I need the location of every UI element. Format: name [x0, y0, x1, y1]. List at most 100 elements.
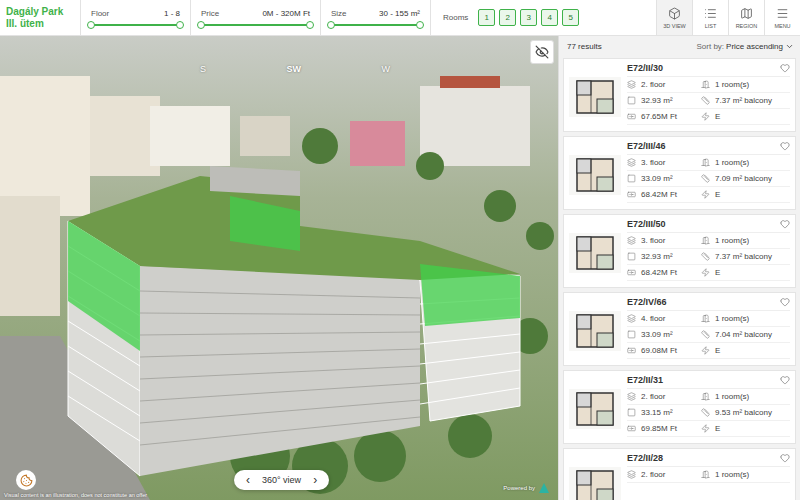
- listing-card[interactable]: E72/IV/664. floor1 room(s)33.09 m²7.04 m…: [563, 292, 796, 366]
- size-icon: [627, 330, 636, 339]
- balcony-detail: 7.09 m² balcony: [701, 171, 790, 187]
- listing-card[interactable]: E72/III/463. floor1 room(s)33.09 m²7.09 …: [563, 136, 796, 210]
- floor-icon: [627, 470, 636, 479]
- room-button[interactable]: 2: [499, 9, 516, 26]
- range-slider[interactable]: [331, 24, 420, 26]
- slider-fill: [331, 24, 420, 26]
- floor-detail: 2. floor: [627, 77, 701, 93]
- range-filter[interactable]: Floor1 - 8: [80, 0, 190, 35]
- favorite-button[interactable]: [780, 375, 790, 385]
- view-tab[interactable]: MENU: [764, 0, 800, 35]
- main-building[interactable]: [68, 166, 520, 476]
- floor-icon: [627, 80, 636, 89]
- energy-detail: E: [701, 265, 790, 281]
- energy-icon: [701, 346, 710, 355]
- listing-title: E72/II/30: [627, 63, 663, 73]
- floor-icon: [627, 392, 636, 401]
- rooms-icon: [701, 158, 710, 167]
- price-icon: [627, 346, 636, 355]
- balcony-detail: 7.04 m² balcony: [701, 327, 790, 343]
- 3d-icon: [668, 7, 681, 20]
- favorite-button[interactable]: [780, 453, 790, 463]
- favorite-button[interactable]: [780, 141, 790, 151]
- range-slider[interactable]: [201, 24, 310, 26]
- building-render[interactable]: [0, 36, 558, 500]
- hide-overlay-button[interactable]: [530, 40, 554, 64]
- room-button[interactable]: 5: [562, 9, 579, 26]
- heart-icon: [780, 219, 790, 229]
- range-filter[interactable]: Size30 - 155 m²: [320, 0, 430, 35]
- price-detail: 69.08M Ft: [627, 343, 701, 359]
- compass-label: W: [381, 64, 390, 74]
- logo[interactable]: Dagály ParkIII. ütem: [0, 0, 80, 35]
- price-icon: [627, 268, 636, 277]
- rooms-icon: [701, 314, 710, 323]
- floorplan-thumbnail[interactable]: [569, 389, 621, 429]
- heart-icon: [780, 63, 790, 73]
- slider-handle[interactable]: [87, 21, 95, 29]
- room-button[interactable]: 4: [541, 9, 558, 26]
- rooms-icon: [701, 392, 710, 401]
- floorplan-thumbnail[interactable]: [569, 311, 621, 351]
- cookie-button[interactable]: [16, 470, 36, 490]
- view-360-control: ‹ 360° view ›: [234, 470, 329, 490]
- energy-detail: E: [701, 343, 790, 359]
- room-button[interactable]: 1: [478, 9, 495, 26]
- next-view-button[interactable]: ›: [311, 474, 319, 486]
- range-filter[interactable]: Price0M - 320M Ft: [190, 0, 320, 35]
- chevron-down-icon: [785, 42, 794, 51]
- heart-icon: [780, 375, 790, 385]
- vendor-logo-icon: [538, 482, 550, 494]
- energy-icon: [701, 268, 710, 277]
- energy-icon: [701, 424, 710, 433]
- balcony-detail: 7.37 m² balcony: [701, 93, 790, 109]
- slider-handle[interactable]: [176, 21, 184, 29]
- price-icon: [627, 424, 636, 433]
- floorplan-thumbnail[interactable]: [569, 467, 621, 500]
- filter-label: Floor: [91, 9, 109, 18]
- floorplan-thumbnail[interactable]: [569, 155, 621, 195]
- rooms-detail: 1 room(s): [701, 155, 790, 171]
- compass-label: SW: [287, 64, 302, 74]
- powered-by[interactable]: Powered by: [503, 482, 550, 494]
- list-icon: [704, 7, 717, 20]
- rooms-icon: [701, 236, 710, 245]
- slider-handle[interactable]: [327, 21, 335, 29]
- floorplan-thumbnail[interactable]: [569, 233, 621, 273]
- price-detail: 67.65M Ft: [627, 109, 701, 125]
- heart-icon: [780, 453, 790, 463]
- view-tab[interactable]: REGION: [728, 0, 764, 35]
- floorplan-thumbnail[interactable]: [569, 77, 621, 117]
- listing-card[interactable]: E72/II/312. floor1 room(s)33.15 m²9.53 m…: [563, 370, 796, 444]
- heart-icon: [780, 297, 790, 307]
- view-tab[interactable]: 3D VIEW: [656, 0, 692, 35]
- view-360-label[interactable]: 360° view: [262, 475, 301, 485]
- floor-detail: 3. floor: [627, 233, 701, 249]
- slider-handle[interactable]: [306, 21, 314, 29]
- favorite-button[interactable]: [780, 297, 790, 307]
- listing-card[interactable]: E72/II/282. floor1 room(s): [563, 448, 796, 500]
- listing-card[interactable]: E72/III/503. floor1 room(s)32.93 m²7.37 …: [563, 214, 796, 288]
- size-detail: 32.93 m²: [627, 249, 701, 265]
- rooms-detail: 1 room(s): [701, 233, 790, 249]
- scene-view[interactable]: SSWW‹360° view›Visual content is an illu…: [0, 36, 558, 500]
- range-slider[interactable]: [91, 24, 180, 26]
- rooms-detail: 1 room(s): [701, 77, 790, 93]
- rooms-icon: [701, 470, 710, 479]
- prev-view-button[interactable]: ‹: [244, 474, 252, 486]
- floor-icon: [627, 158, 636, 167]
- slider-handle[interactable]: [197, 21, 205, 29]
- filter-value: 0M - 320M Ft: [262, 9, 310, 18]
- favorite-button[interactable]: [780, 219, 790, 229]
- size-detail: 33.15 m²: [627, 405, 701, 421]
- favorite-button[interactable]: [780, 63, 790, 73]
- balcony-icon: [701, 96, 710, 105]
- listing-card[interactable]: E72/II/302. floor1 room(s)32.93 m²7.37 m…: [563, 58, 796, 132]
- view-tab[interactable]: LIST: [692, 0, 728, 35]
- rooms-detail: 1 room(s): [701, 389, 790, 405]
- listing-title: E72/IV/66: [627, 297, 667, 307]
- slider-handle[interactable]: [416, 21, 424, 29]
- balcony-detail: 7.37 m² balcony: [701, 249, 790, 265]
- sort-dropdown[interactable]: Sort by:Price ascending: [697, 42, 795, 51]
- room-button[interactable]: 3: [520, 9, 537, 26]
